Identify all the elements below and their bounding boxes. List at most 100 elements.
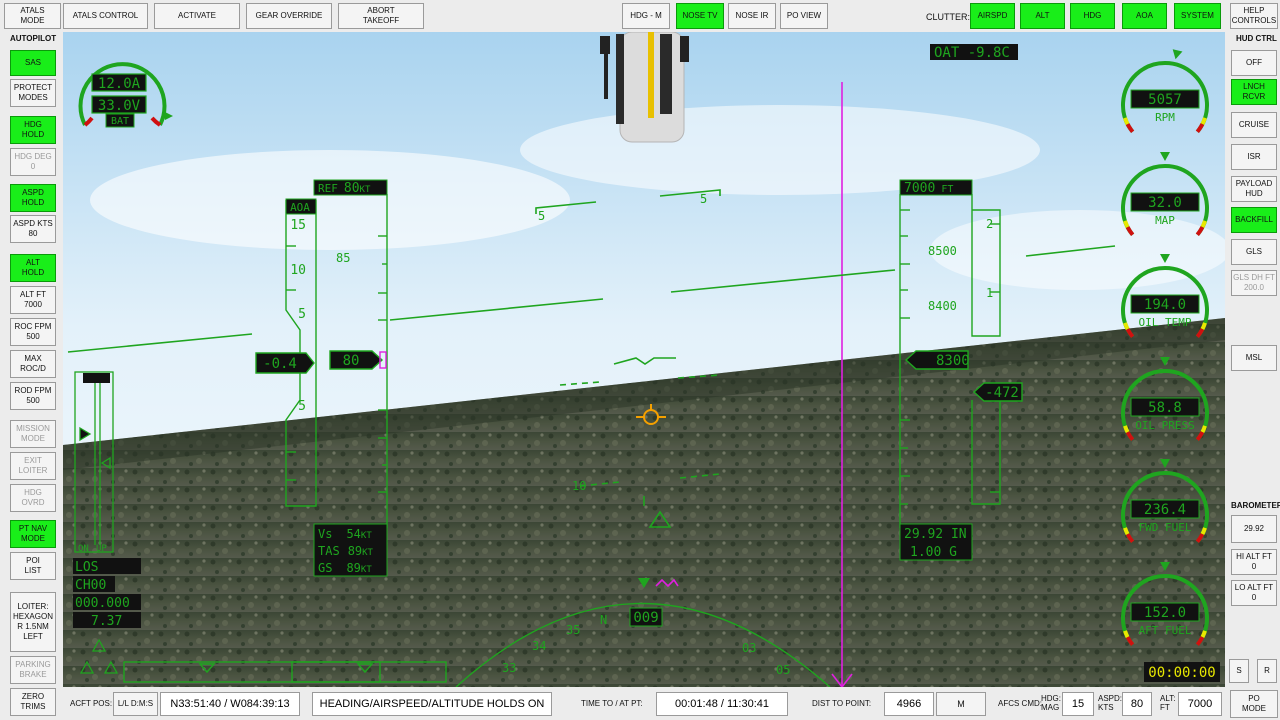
- hud-ctrl-title: HUD CTRL: [1236, 34, 1277, 43]
- heading-tick-n: N: [600, 613, 607, 627]
- pt-nav-mode-button[interactable]: PT NAV MODE: [10, 520, 56, 548]
- alt-ft-button[interactable]: ALT FT 7000: [10, 286, 56, 314]
- heading-tick-05: 05: [776, 663, 790, 677]
- afcs-aspd-field[interactable]: 80: [1122, 692, 1152, 716]
- protect-modes-button[interactable]: PROTECT MODES: [10, 79, 56, 107]
- hdg-ovrd-button[interactable]: HDG OVRD: [10, 484, 56, 512]
- clutter-airspd-button[interactable]: AIRSPD: [970, 3, 1015, 29]
- time-label: TIME TO / AT PT:: [581, 699, 643, 708]
- los-range: 7.37: [91, 614, 122, 629]
- aoa-tick-10: 10: [290, 263, 306, 278]
- g-readout: 1.00 G: [910, 545, 957, 560]
- afcs-aspd-label: ASPD: KTS: [1098, 694, 1123, 712]
- aoa-readout: -0.4: [263, 356, 297, 372]
- alt-command: 7000 FT: [904, 181, 953, 196]
- afcs-hdg-label: HDG: MAG: [1041, 694, 1061, 712]
- max-roc-d-button[interactable]: MAX ROC/D: [10, 350, 56, 378]
- afcs-label: AFCS CMD:: [998, 699, 1042, 708]
- off-button[interactable]: OFF: [1231, 50, 1277, 76]
- r-button[interactable]: R: [1257, 659, 1277, 683]
- gimbal-up-label: UP: [96, 544, 107, 554]
- dist-unit-button[interactable]: M: [936, 692, 986, 716]
- sas-button[interactable]: SAS: [10, 50, 56, 76]
- oil-press-value: 58.8: [1148, 400, 1182, 416]
- nose-tv-button[interactable]: NOSE TV: [676, 3, 724, 29]
- hi-alt-button[interactable]: HI ALT FT 0: [1231, 549, 1277, 575]
- pitch-label-5-left: 5: [538, 209, 545, 223]
- channel-label: CH00: [75, 578, 106, 593]
- alt-hold-button[interactable]: ALT HOLD: [10, 254, 56, 282]
- aoa-tick-neg5: 5: [298, 399, 306, 414]
- abort-takeoff-button[interactable]: ABORT TAKEOFF: [338, 3, 424, 29]
- clutter-hdg-button[interactable]: HDG: [1070, 3, 1115, 29]
- mission-timer: 00:00:00: [1148, 665, 1215, 681]
- exit-loiter-button[interactable]: EXIT LOITER: [10, 452, 56, 480]
- los-label: LOS: [75, 560, 98, 575]
- roc-fpm-button[interactable]: ROC FPM 500: [10, 318, 56, 346]
- loiter-hexagon-button[interactable]: LOITER: HEXAGON R 1.5NM LEFT: [10, 592, 56, 652]
- afcs-alt-field[interactable]: 7000: [1178, 692, 1222, 716]
- los-value: 000.000: [75, 596, 130, 611]
- msl-button[interactable]: MSL: [1231, 345, 1277, 371]
- aoa-label: AOA: [290, 201, 310, 214]
- acft-pos-field: N33:51:40 / W084:39:13: [160, 692, 300, 716]
- zero-trims-button[interactable]: ZERO TRIMS: [10, 688, 56, 716]
- atals-control-button[interactable]: ATALS CONTROL: [63, 3, 148, 29]
- cruise-button[interactable]: CRUISE: [1231, 112, 1277, 138]
- heading-tick-34: 34: [532, 639, 546, 653]
- hold-status-field: HEADING/AIRSPEED/ALTITUDE HOLDS ON: [312, 692, 552, 716]
- clutter-alt-button[interactable]: ALT: [1020, 3, 1065, 29]
- aspd-kts-button[interactable]: ASPD KTS 80: [10, 215, 56, 243]
- aspd-hold-button[interactable]: ASPD HOLD: [10, 184, 56, 212]
- barometer-field[interactable]: 29.92: [1231, 515, 1277, 543]
- s-button[interactable]: S: [1229, 659, 1249, 683]
- acft-pos-label: ACFT POS:: [70, 699, 113, 708]
- backfill-button[interactable]: BACKFILL: [1231, 207, 1277, 233]
- poi-list-button[interactable]: POI LIST: [10, 552, 56, 580]
- po-mode-button[interactable]: PO MODE: [1230, 690, 1278, 718]
- fwd-fuel-value: 236.4: [1144, 502, 1186, 518]
- alt-tick-8500: 8500: [928, 244, 957, 258]
- hdg-deg-button[interactable]: HDG DEG 0: [10, 148, 56, 176]
- heading-tick-03: 03: [742, 641, 756, 655]
- airspeed-readout: 80: [343, 353, 360, 369]
- clutter-system-button[interactable]: SYSTEM: [1174, 3, 1221, 29]
- map-label: MAP: [1155, 214, 1175, 227]
- heading-tick-33: 33: [502, 661, 516, 675]
- oil-press-label: OIL PRESS: [1135, 419, 1195, 432]
- hdg-hold-button[interactable]: HDG HOLD: [10, 116, 56, 144]
- activate-button[interactable]: ACTIVATE: [154, 3, 240, 29]
- atals-mode-button[interactable]: ATALS MODE: [4, 3, 61, 29]
- coord-format-button[interactable]: L/L D:M:S: [113, 692, 158, 716]
- bat-label: BAT: [111, 116, 129, 127]
- aoa-tick-5: 5: [298, 307, 306, 322]
- pitch-label-5-right: 5: [700, 192, 707, 206]
- clutter-label: CLUTTER:: [926, 12, 971, 22]
- gls-button[interactable]: GLS: [1231, 239, 1277, 265]
- po-view-button[interactable]: PO VIEW: [780, 3, 828, 29]
- payload-hud-button[interactable]: PAYLOAD HUD: [1231, 176, 1277, 202]
- hdg-m-button[interactable]: HDG - M: [622, 3, 670, 29]
- airspeed-tick-85: 85: [336, 251, 350, 265]
- mission-mode-button[interactable]: MISSION MODE: [10, 420, 56, 448]
- oat-readout: OAT -9.8C: [934, 45, 1010, 61]
- camera-view[interactable]: 5 5 10 12.0A 33.0V BAT AOA 15 10 5 5 -0.…: [63, 32, 1225, 687]
- heading-readout: 009: [633, 610, 658, 626]
- nose-ir-button[interactable]: NOSE IR: [728, 3, 776, 29]
- parking-brake-button[interactable]: PARKING BRAKE: [10, 656, 56, 684]
- altitude-readout: 8300: [936, 353, 970, 369]
- lnch-rcvr-button[interactable]: LNCH RCVR: [1231, 79, 1277, 105]
- oil-temp-value: 194.0: [1144, 297, 1186, 313]
- gls-dh-ft-button[interactable]: GLS DH FT 200.0: [1231, 270, 1277, 296]
- volts-readout: 33.0V: [98, 98, 141, 114]
- isr-button[interactable]: ISR: [1231, 144, 1277, 170]
- gear-override-button[interactable]: GEAR OVERRIDE: [246, 3, 332, 29]
- lo-alt-button[interactable]: LO ALT FT 0: [1231, 580, 1277, 606]
- afcs-hdg-field[interactable]: 15: [1062, 692, 1094, 716]
- clutter-aoa-button[interactable]: AOA: [1122, 3, 1167, 29]
- rpm-label: RPM: [1155, 111, 1175, 124]
- rpm-value: 5057: [1148, 92, 1182, 108]
- rod-fpm-button[interactable]: ROD FPM 500: [10, 382, 56, 410]
- help-controls-button[interactable]: HELP CONTROLS: [1230, 3, 1278, 29]
- vsi-readout: -472: [985, 385, 1019, 401]
